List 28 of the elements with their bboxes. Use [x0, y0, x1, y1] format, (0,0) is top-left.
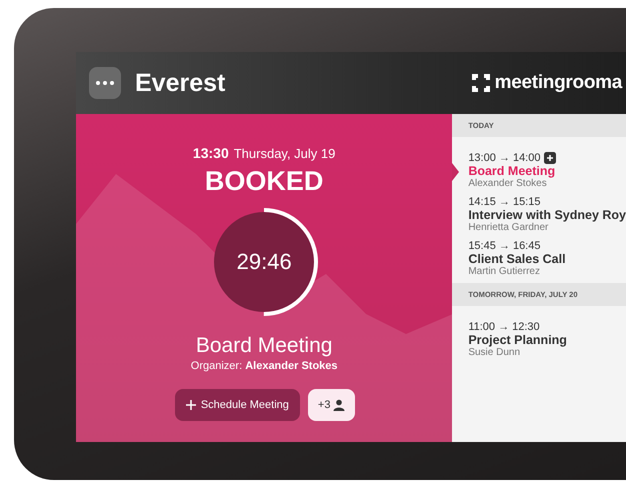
event-title[interactable]: Interview with Sydney Roy	[468, 208, 626, 222]
event-title[interactable]: Client Sales Call	[468, 252, 626, 266]
brand-name: meetingrooma	[494, 72, 622, 94]
countdown-timer: 29:46	[236, 249, 292, 275]
current-date: Thursday, July 19	[234, 146, 336, 161]
logo-icon	[470, 73, 491, 93]
event-organizer: Henrietta Gardner	[468, 222, 550, 233]
meeting-title: Board Meeting	[196, 334, 332, 358]
current-time: 13:30	[192, 145, 229, 161]
plus-icon	[186, 400, 196, 410]
event-title[interactable]: Project Planning	[468, 333, 626, 347]
menu-button[interactable]	[89, 67, 121, 99]
more-icon	[96, 81, 114, 85]
event-time: 13:00 → 14:00	[468, 152, 540, 164]
add-icon[interactable]	[544, 152, 556, 164]
person-icon	[333, 399, 346, 411]
room-status: BOOKED	[204, 166, 324, 197]
event-time: 11:00 → 12:30	[468, 321, 540, 333]
schedule-meeting-button[interactable]: Schedule Meeting	[174, 389, 300, 421]
attendees-button[interactable]: +3	[308, 389, 356, 421]
event-time: 15:45 → 16:45	[468, 240, 540, 252]
meeting-organizer: Organizer: Alexander Stokes	[190, 360, 338, 372]
event-organizer: Alexander Stokes	[468, 178, 548, 189]
event-organizer: Martin Gutierrez	[468, 266, 541, 277]
event-title[interactable]: Board Meeting	[468, 164, 626, 178]
event-organizer: Susie Dunn	[468, 347, 522, 358]
room-name: Everest	[135, 68, 226, 98]
event-time: 14:15 → 15:15	[468, 196, 540, 208]
